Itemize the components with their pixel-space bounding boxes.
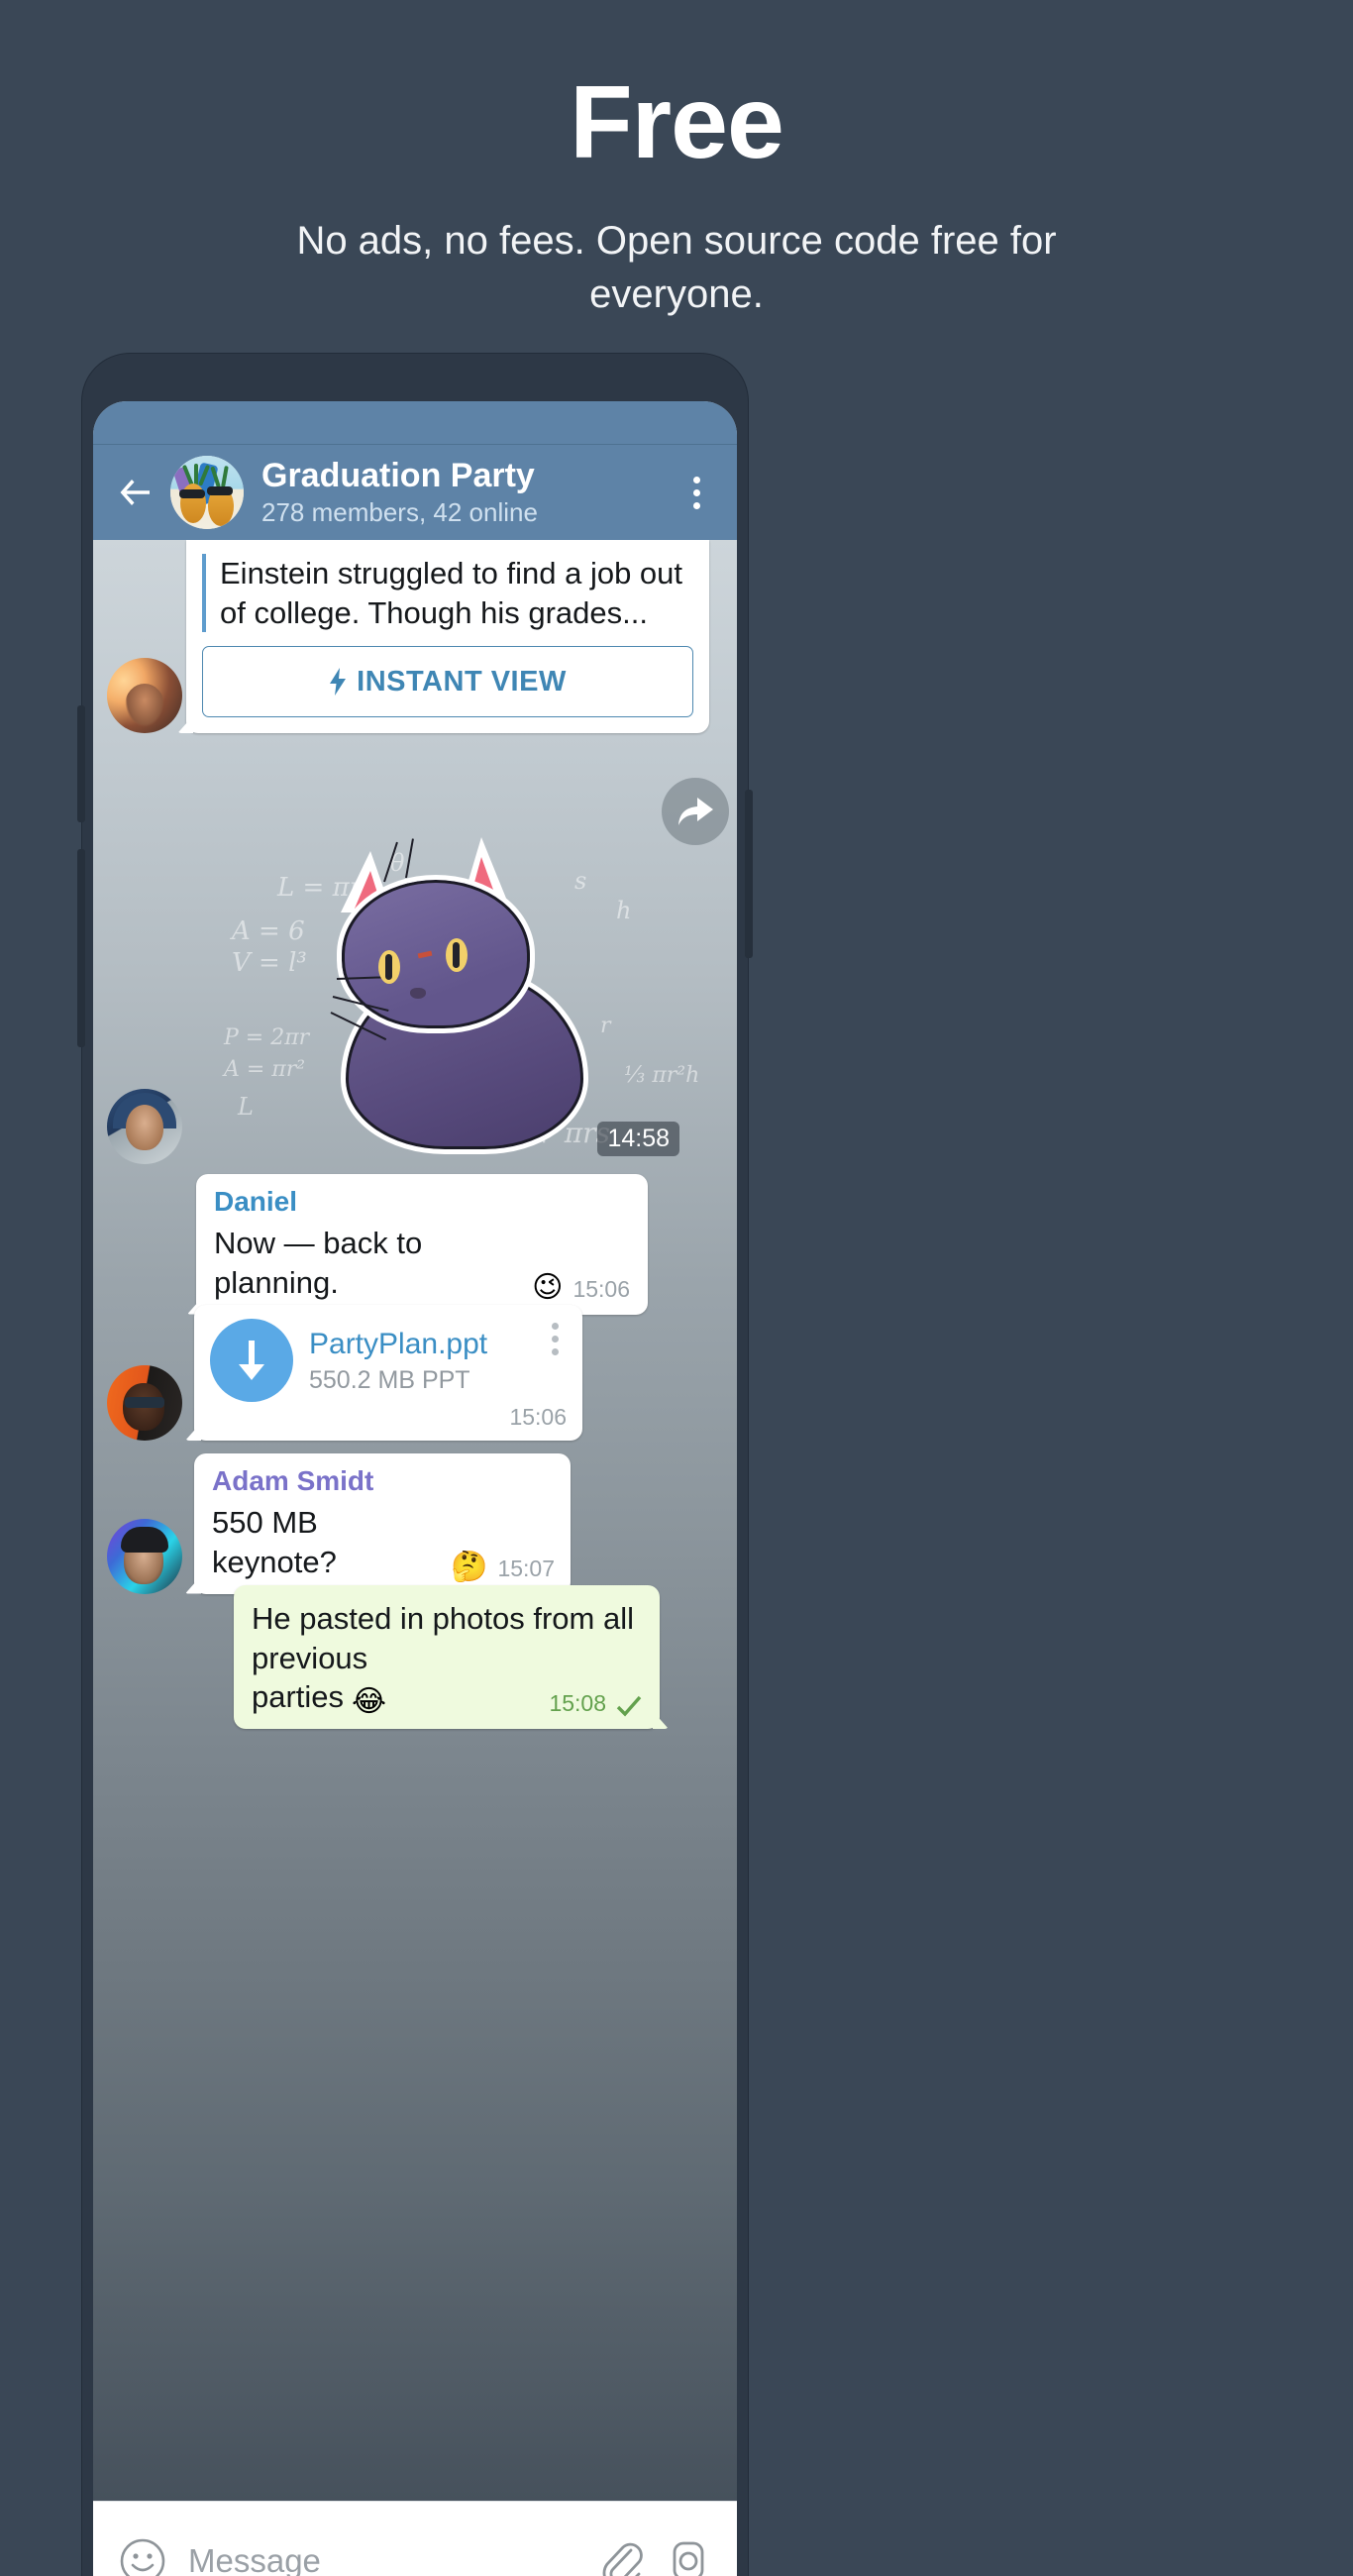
message-text: Now — back to planning. (214, 1226, 423, 1300)
chalk-symbol: h (616, 897, 632, 924)
message-sticker[interactable]: L = πr A = 6 V = l³ P = 2πr A = πr² s = … (107, 837, 737, 1164)
message-sender: Adam Smidt (212, 1465, 374, 1496)
avatar[interactable] (107, 1365, 182, 1441)
message-text-adam[interactable]: Adam Smidt 550 MB keynote? 🤔 15:07 (107, 1453, 571, 1594)
phone-frame: Graduation Party 278 members, 42 online … (77, 354, 753, 2576)
chat-header: Graduation Party 278 members, 42 online (93, 445, 737, 540)
smiley-icon[interactable] (119, 2537, 166, 2576)
file-size: 550.2 MB PPT (309, 1365, 470, 1394)
status-bar (93, 401, 737, 445)
camera-icon[interactable] (666, 2536, 711, 2576)
message-time: 15:06 (572, 1275, 630, 1302)
avatar[interactable] (107, 658, 182, 734)
quoted-article: Einstein struggled to find a job out of … (202, 554, 693, 633)
back-arrow-icon[interactable] (113, 471, 156, 514)
message-time: 14:58 (597, 1122, 679, 1156)
page-subtitle: No ads, no fees. Open source code free f… (296, 219, 1057, 316)
chat-header-texts[interactable]: Graduation Party 278 members, 42 online (258, 457, 662, 529)
lightning-bolt-icon (329, 668, 347, 697)
phone-screen: Graduation Party 278 members, 42 online … (93, 401, 737, 2576)
cat-illustration (315, 837, 612, 1154)
forward-arrow-icon[interactable] (662, 778, 729, 845)
download-arrow-icon[interactable] (210, 1319, 293, 1402)
volume-down-button[interactable] (77, 849, 85, 1047)
single-check-icon (616, 1695, 642, 1717)
message-input-placeholder[interactable]: Message (188, 2542, 576, 2576)
page-title: Free (570, 65, 784, 180)
kebab-menu-icon[interactable] (543, 1319, 567, 1355)
file-name[interactable]: PartyPlan.ppt (309, 1327, 527, 1362)
message-sender: Daniel (214, 1186, 298, 1217)
message-input-bar[interactable]: Message (93, 2501, 737, 2576)
message-time: 15:08 (549, 1690, 606, 1717)
wink-emoji: 😉 (532, 1269, 564, 1305)
chalk-formula: P = 2πr (224, 1025, 310, 1050)
chalk-formula: V = l³ (232, 948, 307, 978)
bubble-link-preview[interactable]: Einstein struggled to find a job out of … (186, 540, 709, 734)
chalk-formula: A = πr² (224, 1057, 306, 1082)
message-text-line1: He pasted in photos from all previous (252, 1601, 634, 1675)
avatar[interactable] (107, 1089, 182, 1164)
chalk-formula: ⅓ πr²h (624, 1063, 700, 1088)
quote-text: Einstein struggled to find a job out of … (220, 556, 683, 630)
message-text-outgoing[interactable]: He pasted in photos from all previous pa… (234, 1585, 660, 1730)
promo-header: Free No ads, no fees. Open source code f… (0, 0, 1353, 321)
volume-up-button[interactable] (77, 705, 85, 822)
math-cat-sticker[interactable]: L = πr A = 6 V = l³ P = 2πr A = πr² s = … (196, 837, 737, 1164)
paperclip-icon[interactable] (598, 2536, 644, 2576)
bubble-file[interactable]: PartyPlan.ppt 550.2 MB PPT 15:06 (194, 1305, 582, 1441)
power-button[interactable] (745, 790, 753, 958)
instant-view-label: INSTANT VIEW (357, 665, 567, 698)
message-text: 550 MB keynote? (212, 1505, 337, 1579)
bubble-adam[interactable]: Adam Smidt 550 MB keynote? 🤔 15:07 (194, 1453, 571, 1594)
message-file[interactable]: PartyPlan.ppt 550.2 MB PPT 15:06 (107, 1305, 582, 1441)
message-time: 15:06 (509, 1404, 567, 1430)
avatar[interactable] (107, 1518, 182, 1594)
kebab-menu-icon[interactable] (676, 468, 717, 517)
message-time: 15:07 (497, 1555, 555, 1581)
bubble-daniel[interactable]: Daniel Now — back to planning. 😉 15:06 (196, 1174, 648, 1315)
instant-view-button[interactable]: INSTANT VIEW (202, 646, 693, 718)
thinking-emoji: 🤔 (451, 1549, 488, 1584)
chalk-symbol: L (238, 1093, 254, 1121)
message-list[interactable]: Einstein struggled to find a job out of … (93, 540, 737, 2501)
joy-emoji: 😂 (352, 1684, 387, 1720)
phone-mockup: Graduation Party 278 members, 42 online … (77, 354, 1271, 2576)
bubble-outgoing[interactable]: He pasted in photos from all previous pa… (234, 1585, 660, 1730)
message-text-line2: parties (252, 1679, 345, 1715)
group-avatar[interactable] (170, 456, 244, 529)
chat-title: Graduation Party (261, 456, 535, 494)
chalk-formula: A = 6 (232, 916, 305, 946)
message-text-daniel[interactable]: Daniel Now — back to planning. 😉 15:06 (107, 1174, 648, 1315)
message-link-preview[interactable]: Einstein struggled to find a job out of … (107, 540, 729, 845)
chat-subtitle: 278 members, 42 online (261, 497, 538, 528)
